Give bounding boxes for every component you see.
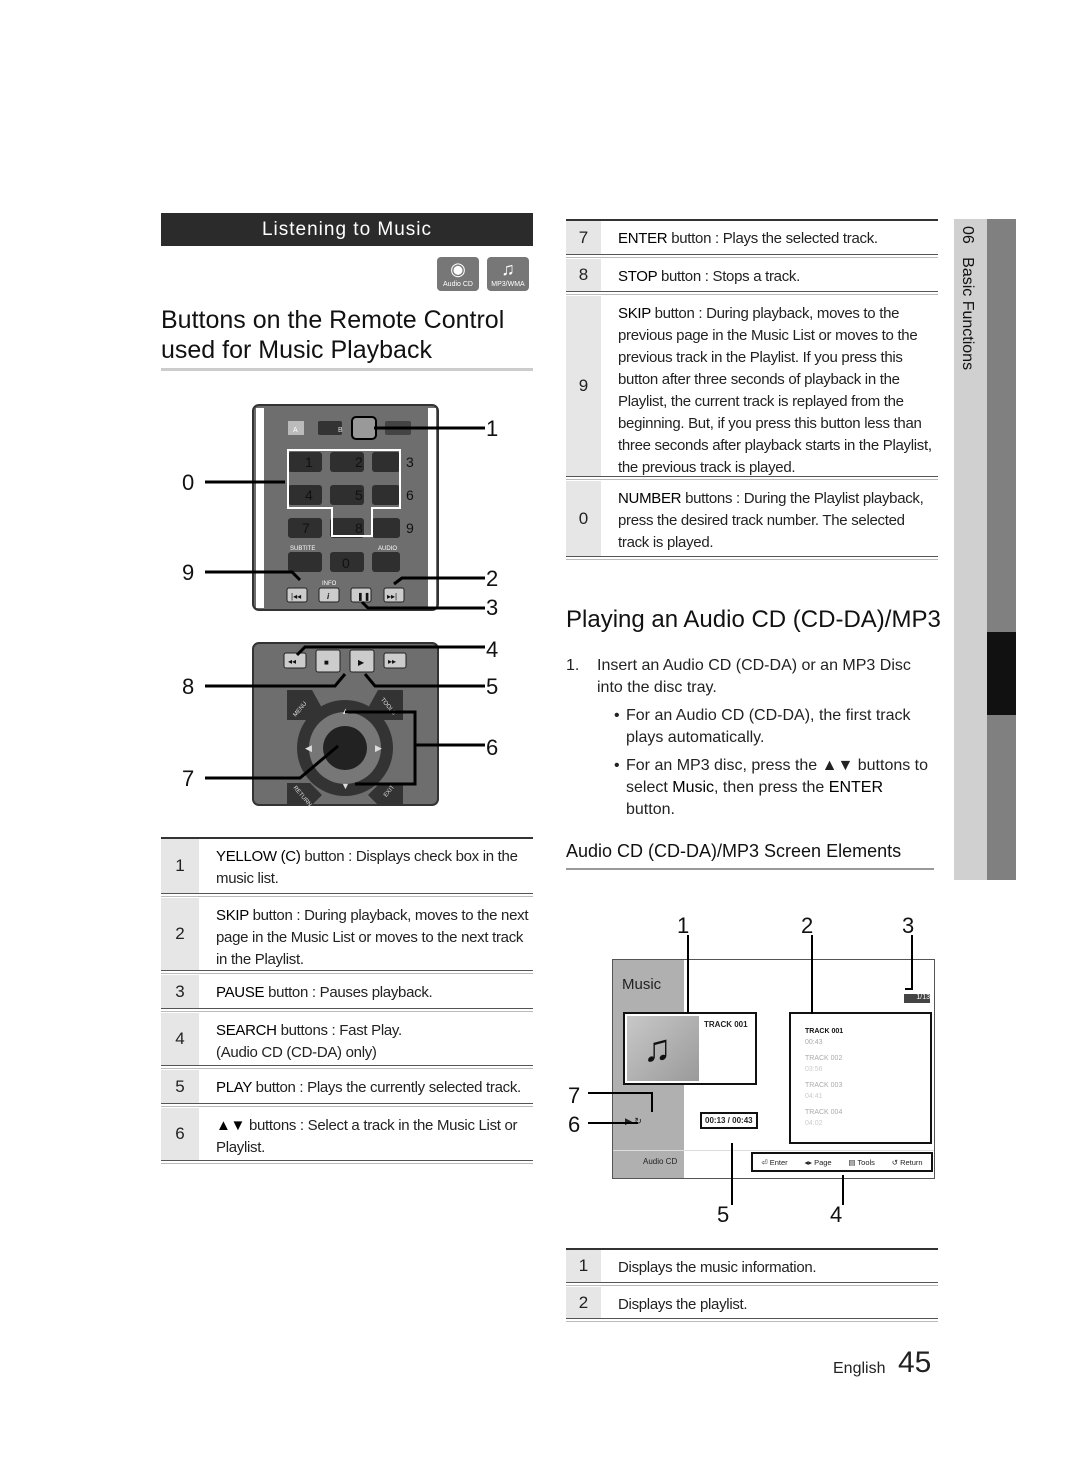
svg-text:0: 0 <box>342 555 350 571</box>
screen-elements-table: 1 Displays the music information. 2 Displa… <box>566 1248 938 1322</box>
screen-callout-4: 4 <box>830 1202 843 1227</box>
left-title: Buttons on the Remote Control used for M… <box>161 306 505 364</box>
svg-text:7: 7 <box>302 520 310 536</box>
screen-callout-6: 6 <box>568 1112 581 1137</box>
svg-text:■: ■ <box>324 658 329 667</box>
svg-text:2: 2 <box>355 454 363 470</box>
svg-text:5: 5 <box>355 487 363 503</box>
left-button-table: 1 YELLOW (C) button : Displays check box … <box>161 837 533 1164</box>
svg-text:AUDIO: AUDIO <box>378 546 397 552</box>
format-audio-cd: ◉ Audio CD <box>437 257 479 291</box>
svg-text:▼: ▼ <box>341 781 350 791</box>
table-row: 2 SKIP button : During playback, moves to… <box>161 898 533 974</box>
instructions: 1. Insert an Audio CD (CD-DA) or an MP3 D… <box>566 657 929 818</box>
svg-text:B: B <box>338 427 343 434</box>
right-title: Playing an Audio CD (CD-DA)/MP3 <box>566 606 941 633</box>
svg-text:▸▸: ▸▸ <box>388 657 396 666</box>
callout-9: 9 <box>182 560 195 585</box>
screen-callout-lines <box>588 935 913 1205</box>
svg-text:A: A <box>293 427 298 434</box>
screen-elements-title: Audio CD (CD-DA)/MP3 Screen Elements <box>566 841 902 861</box>
table-row: 5 PLAY button : Plays the currently selec… <box>161 1070 533 1107</box>
svg-text:3: 3 <box>406 454 414 470</box>
table-row: 4 SEARCH buttons : Fast Play. (Audio CD (… <box>161 1013 533 1069</box>
callout-4: 4 <box>486 637 499 662</box>
screen-callout-5: 5 <box>717 1202 730 1227</box>
svg-text:6: 6 <box>406 487 414 503</box>
screen-callout-2: 2 <box>801 913 814 938</box>
table-row: 2 Displays the playlist. <box>566 1287 938 1322</box>
table-row: 0 NUMBER buttons : During the Playlist pl… <box>566 481 938 560</box>
svg-text:|◂◂: |◂◂ <box>291 592 301 601</box>
svg-text:❚❚: ❚❚ <box>357 592 370 601</box>
table-row: 7 ENTER button : Plays the selected track… <box>566 221 938 258</box>
section-banner: Listening to Music <box>161 213 533 246</box>
svg-text:1: 1 <box>305 454 313 470</box>
callout-7: 7 <box>182 766 195 791</box>
svg-text:INFO: INFO <box>322 581 337 587</box>
table-row: 1 YELLOW (C) button : Displays check box … <box>161 839 533 897</box>
remote-control-illustration: A B 1 2 3 4 5 6 7 8 9 0 SUBTITE AUDIO INFO |◂◂… <box>205 404 485 808</box>
callout-8: 8 <box>182 674 195 699</box>
screen-callout-7: 7 <box>568 1083 581 1108</box>
table-row: 9 SKIP button : During playback, moves to… <box>566 296 938 480</box>
right-button-table: 7 ENTER button : Plays the selected track… <box>566 219 938 560</box>
manual-page: { "section_banner":"Listening to Music",… <box>0 0 1080 1479</box>
page-number: 45 <box>898 1346 932 1379</box>
music-note-icon: ♫ <box>501 259 515 279</box>
footer-language: English <box>833 1360 886 1377</box>
callout-2: 2 <box>486 566 499 591</box>
svg-text:▶: ▶ <box>375 743 382 753</box>
svg-text:▸▸|: ▸▸| <box>387 592 397 601</box>
screen-callout-1: 1 <box>677 913 690 938</box>
callout-0: 0 <box>182 470 195 495</box>
section-marker <box>987 632 1016 715</box>
table-row: 3 PAUSE button : Pauses playback. <box>161 975 533 1012</box>
callout-6: 6 <box>486 735 499 760</box>
divider <box>161 368 533 371</box>
svg-text:8: 8 <box>355 520 363 536</box>
table-row: 1 Displays the music information. <box>566 1250 938 1286</box>
callout-1: 1 <box>486 416 499 441</box>
chapter-label: 06 Basic Functions <box>959 226 976 371</box>
side-tab-bar <box>987 219 1016 880</box>
audio-cd-icon: ◉ <box>450 259 466 279</box>
svg-text:4: 4 <box>305 487 313 503</box>
screen-callout-3: 3 <box>902 913 915 938</box>
svg-text:9: 9 <box>406 520 414 536</box>
svg-text:◂◂: ◂◂ <box>288 657 296 666</box>
svg-text:▶: ▶ <box>358 658 365 667</box>
divider <box>566 868 934 870</box>
table-row: 8 STOP button : Stops a track. <box>566 259 938 295</box>
svg-text:◀: ◀ <box>305 743 312 753</box>
callout-5: 5 <box>486 674 499 699</box>
svg-text:SUBTITE: SUBTITE <box>290 546 315 552</box>
table-row: 6 ▲▼ buttons : Select a track in the Musi… <box>161 1108 533 1164</box>
callout-3: 3 <box>486 595 499 620</box>
format-mp3: ♫ MP3/WMA <box>487 257 529 291</box>
